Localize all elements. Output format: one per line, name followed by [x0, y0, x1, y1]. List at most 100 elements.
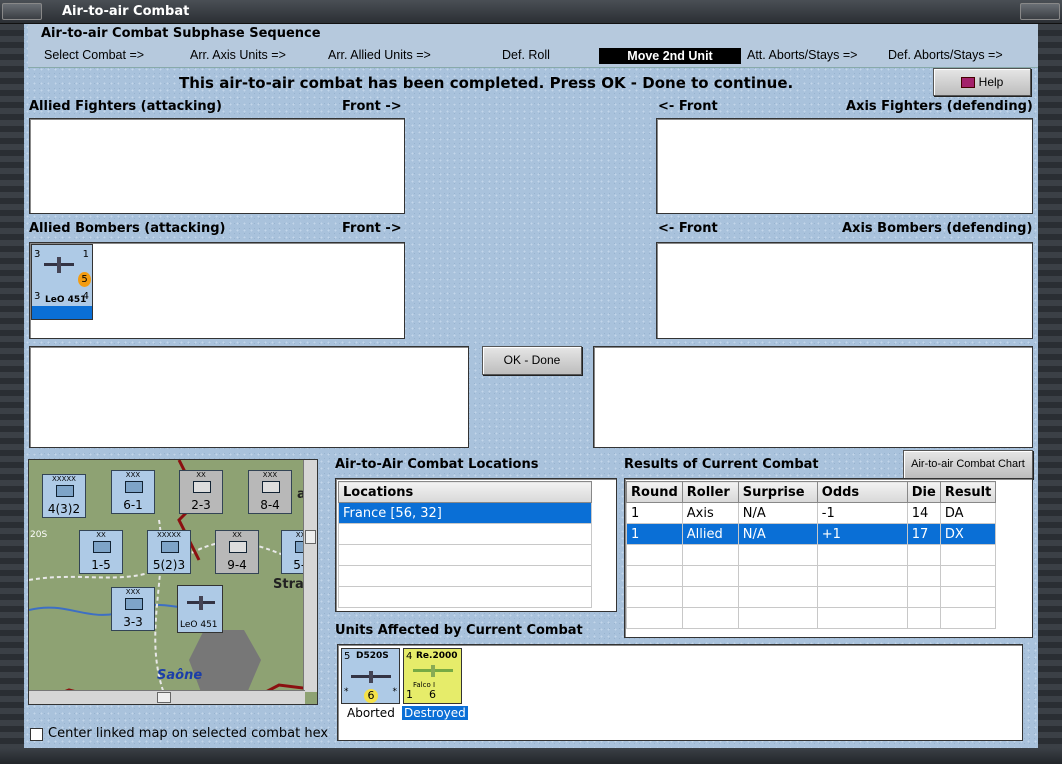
result-row[interactable]: 1 Axis N/A -1 14 DA	[626, 502, 997, 524]
map-unit[interactable]: XXX 8-4	[248, 470, 292, 514]
river-label: Saône	[157, 668, 203, 683]
window-menu-button[interactable]	[2, 3, 42, 20]
result-row[interactable]	[626, 565, 997, 587]
location-row[interactable]	[338, 586, 592, 608]
seq-step-select-combat: Select Combat =>	[44, 48, 145, 62]
allied-fighters-label: Allied Fighters (attacking)	[29, 99, 222, 114]
axis-bombers-label: Axis Bombers (defending)	[842, 221, 1033, 236]
window-title: Air-to-air Combat	[62, 4, 190, 19]
d520s-value: 6	[364, 689, 378, 703]
cell-odds: -1	[816, 502, 908, 524]
motorized-symbol-icon	[125, 598, 143, 610]
center-map-checkbox[interactable]	[30, 728, 43, 741]
map-unit-value: 8-4	[260, 498, 280, 512]
map-bomber-counter[interactable]: LeO 451	[177, 585, 223, 633]
map-unit-value: 4(3)2	[47, 502, 81, 516]
col-die: Die	[906, 481, 941, 503]
map-unit-size: XX	[196, 471, 206, 479]
map-unit[interactable]: XXX 6-1	[111, 470, 155, 514]
locations-list[interactable]: Locations France [56, 32]	[335, 478, 617, 612]
seq-step-att-aborts: Att. Aborts/Stays =>	[747, 48, 858, 62]
center-map-checkbox-label: Center linked map on selected combat hex	[48, 726, 329, 741]
map-unit[interactable]: XX 2-3	[179, 470, 223, 514]
cell-round: 1	[626, 502, 683, 524]
allied-bombers-front-label: Front ->	[342, 221, 402, 236]
map-unit-size: XX	[96, 531, 106, 539]
d520s-name: D520S	[356, 651, 389, 661]
result-row[interactable]	[626, 586, 997, 608]
seq-step-arr-allied: Arr. Allied Units =>	[328, 48, 431, 62]
location-row[interactable]	[338, 523, 592, 545]
ok-done-button[interactable]: OK - Done	[482, 346, 582, 375]
affected-unit-d520s[interactable]: 5 D520S * 6 *	[341, 648, 400, 704]
seq-step-arr-axis: Arr. Axis Units =>	[190, 48, 286, 62]
cell-die: 14	[906, 502, 941, 524]
cell-roller: Allied	[681, 523, 739, 545]
map-unit-value: 2-3	[191, 498, 211, 512]
col-result: Result	[939, 481, 997, 503]
axis-bombers-box[interactable]	[656, 242, 1033, 339]
axis-fighters-label: Axis Fighters (defending)	[846, 99, 1033, 114]
map-unit-size: XXXXX	[157, 531, 181, 539]
map-unit-value: 1-5	[91, 558, 111, 572]
location-cell[interactable]	[338, 586, 592, 608]
result-row[interactable]	[626, 544, 997, 566]
map-unit-size: XX	[232, 531, 242, 539]
location-row[interactable]: France [56, 32]	[338, 502, 592, 524]
allied-result-box	[29, 346, 469, 448]
location-cell[interactable]	[338, 565, 592, 587]
air-combat-chart-button[interactable]: Air-to-air Combat Chart	[903, 450, 1033, 479]
result-row[interactable]: 1 Allied N/A +1 17 DX	[626, 523, 997, 545]
bomber-badge: 5	[78, 272, 91, 287]
right-frame	[1038, 24, 1062, 759]
sequence-title: Air-to-air Combat Subphase Sequence	[41, 26, 321, 41]
location-cell[interactable]	[338, 544, 592, 566]
map-unit[interactable]: XXX 3-3	[111, 587, 155, 631]
location-row[interactable]	[338, 544, 592, 566]
axis-bombers-front-label: <- Front	[658, 221, 718, 236]
fighter-plane-icon	[413, 665, 453, 677]
bomber-unit-counter[interactable]: 3 1 5 3 LeO 451 4	[31, 244, 93, 320]
bottom-frame	[0, 748, 1062, 764]
affected-units-box: 5 D520S * 6 * Aborted 4 Re.2000 Falco I …	[337, 644, 1023, 741]
allied-bombers-box[interactable]: 3 1 5 3 LeO 451 4	[29, 242, 405, 339]
window: Air-to-air Combat Air-to-air Combat Subp…	[0, 0, 1062, 764]
result-row[interactable]	[626, 607, 997, 629]
cell-surprise: N/A	[737, 502, 818, 524]
results-panel: Round Roller Surprise Odds Die Result 1A…	[624, 478, 1033, 638]
window-close-button[interactable]	[1020, 3, 1060, 20]
location-row[interactable]	[338, 565, 592, 587]
axis-result-box	[593, 346, 1033, 448]
col-round: Round	[626, 481, 683, 503]
map-horizontal-scrollbar[interactable]	[29, 690, 305, 704]
locations-table: Locations France [56, 32]	[338, 481, 592, 608]
affected-unit-re2000[interactable]: 4 Re.2000 Falco I 1 6	[403, 648, 462, 704]
d520s-br: *	[392, 687, 398, 697]
location-cell[interactable]	[338, 523, 592, 545]
content-area: Air-to-air Combat Subphase Sequence Sele…	[24, 24, 1038, 748]
map-unit-value: 3-3	[123, 615, 143, 629]
map-vscroll-thumb[interactable]	[305, 530, 316, 544]
axis-fighters-box[interactable]	[656, 118, 1033, 214]
re2000-bl: 1	[406, 688, 413, 701]
map-unit[interactable]: XX 1-5	[79, 530, 123, 574]
map-unit[interactable]: XXXXX 4(3)2	[42, 474, 86, 518]
map-unit[interactable]: XX 9-4	[215, 530, 259, 574]
sequence-header: Air-to-air Combat Subphase Sequence Sele…	[28, 24, 1038, 68]
map-unit-size: XXXXX	[52, 475, 76, 483]
allied-bombers-label: Allied Bombers (attacking)	[29, 221, 226, 236]
cell-die: 17	[906, 523, 941, 545]
results-title: Results of Current Combat	[624, 457, 819, 472]
map-hscroll-thumb[interactable]	[157, 692, 171, 703]
map-unit[interactable]: XXXXX 5(2)3	[147, 530, 191, 574]
locations-title: Air-to-Air Combat Locations	[335, 457, 539, 472]
allied-fighters-box[interactable]	[29, 118, 405, 214]
map-vertical-scrollbar[interactable]	[303, 460, 317, 692]
help-button[interactable]: Help	[933, 68, 1031, 96]
linked-map[interactable]: XXXXX 4(3)2 XXX 6-1 XX 2-3 XXX 8-4 XX 1-5 XXX…	[28, 459, 318, 705]
infantry-symbol-icon	[229, 541, 247, 553]
map-edge-label: 20S	[30, 530, 48, 540]
map-unit-size: XXX	[125, 471, 141, 479]
location-cell[interactable]: France [56, 32]	[338, 502, 592, 524]
cell-surprise: N/A	[737, 523, 818, 545]
